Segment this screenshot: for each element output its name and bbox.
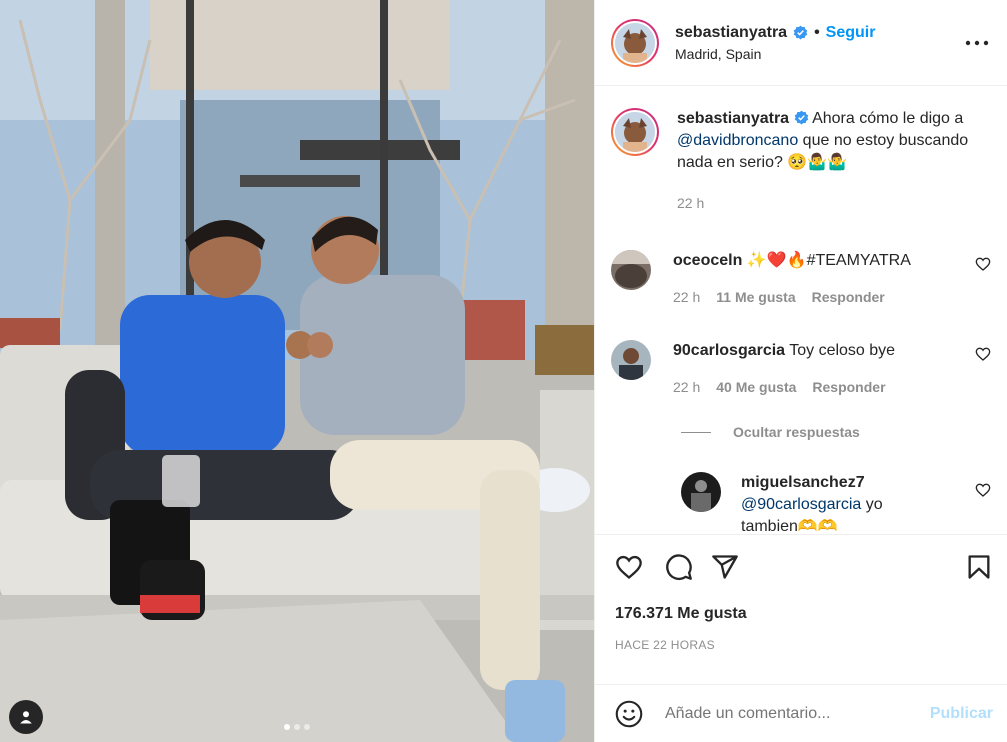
more-options-icon[interactable] (963, 29, 991, 57)
post-timestamp[interactable]: HACE 22 HORAS (615, 638, 715, 652)
comment-time[interactable]: 22 h (673, 376, 700, 398)
hide-replies-button[interactable]: Ocultar respuestas (681, 424, 860, 440)
likes-count[interactable]: 176.371 Me gusta (615, 605, 747, 623)
avatar-image (681, 472, 721, 512)
carousel-dot (294, 724, 300, 730)
caption-avatar[interactable] (611, 108, 659, 156)
comment-item: oceoceln ✨❤️🔥#TEAMYATRA 22 h 11 Me gusta… (611, 250, 991, 308)
follow-button[interactable]: Seguir (826, 24, 876, 42)
caption-time[interactable]: 22 h (677, 192, 704, 214)
user-icon (20, 711, 32, 724)
carousel-indicator (0, 724, 594, 730)
caption-text: Ahora cómo le digo a (812, 110, 964, 127)
comment-text: Toy celoso bye (789, 342, 896, 359)
comment-username[interactable]: 90carlosgarcia (673, 342, 785, 359)
caption-username[interactable]: sebastianyatra (677, 110, 789, 127)
comment-input[interactable] (665, 704, 930, 723)
verified-badge-icon (794, 110, 808, 125)
comment-bubble-icon[interactable] (665, 553, 693, 581)
reply-text: yo (865, 496, 883, 513)
emoji-smiley-icon[interactable] (615, 700, 643, 728)
avatar-image (615, 112, 655, 152)
caption-mention[interactable]: @davidbroncano (677, 132, 798, 149)
separator-dot: • (814, 23, 820, 41)
save-bookmark-icon[interactable] (965, 553, 993, 581)
post-photo[interactable] (0, 0, 594, 742)
reply-mention[interactable]: @90carlosgarcia (741, 496, 861, 513)
commenter-avatar[interactable] (611, 250, 651, 290)
commenter-avatar[interactable] (611, 340, 651, 380)
photo-scene (0, 0, 594, 742)
avatar-image (611, 250, 651, 290)
like-reply-heart-icon[interactable] (975, 482, 991, 498)
avatar-image (615, 22, 655, 63)
reply-username[interactable]: miguelsanchez7 (741, 474, 865, 491)
replier-avatar[interactable] (681, 472, 721, 512)
comment-likes[interactable]: 11 Me gusta (716, 286, 795, 308)
comment-item: 90carlosgarcia Toy celoso bye 22 h 40 Me… (611, 340, 991, 398)
comment-text: ✨❤️🔥#TEAMYATRA (746, 252, 911, 269)
like-comment-heart-icon[interactable] (975, 256, 991, 272)
publish-button[interactable]: Publicar (930, 705, 993, 723)
replies-divider (681, 431, 711, 433)
post-location[interactable]: Madrid, Spain (675, 46, 963, 62)
verified-badge-icon (793, 25, 808, 40)
caption: sebastianyatra Ahora cómo le digo a @dav… (611, 108, 991, 214)
post-header: sebastianyatra • Seguir Madrid, Spain (595, 0, 1007, 86)
reply-button[interactable]: Responder (812, 286, 885, 308)
post-actions: 176.371 Me gusta HACE 22 HORAS (595, 534, 1007, 684)
carousel-dot (304, 724, 310, 730)
post-panel: sebastianyatra • Seguir Madrid, Spain se… (594, 0, 1007, 742)
comment-likes[interactable]: 40 Me gusta (716, 376, 796, 398)
comment-username[interactable]: oceoceln (673, 252, 742, 269)
comment-time[interactable]: 22 h (673, 286, 700, 308)
reply-text-cont: tambien🫶🫶 (741, 518, 838, 534)
carousel-dot (284, 724, 290, 730)
reply-item: miguelsanchez7 @90carlosgarcia yo tambie… (681, 472, 991, 534)
add-comment-bar: Publicar (595, 684, 1007, 742)
reply-button[interactable]: Responder (812, 376, 885, 398)
comments-list[interactable]: sebastianyatra Ahora cómo le digo a @dav… (595, 86, 1007, 534)
hide-replies-label: Ocultar respuestas (733, 424, 860, 440)
avatar-image (611, 340, 651, 380)
post-dialog: sebastianyatra • Seguir Madrid, Spain se… (0, 0, 1007, 742)
like-comment-heart-icon[interactable] (975, 346, 991, 362)
author-username[interactable]: sebastianyatra (675, 24, 787, 42)
author-avatar[interactable] (611, 18, 659, 67)
like-heart-icon[interactable] (615, 553, 643, 581)
share-send-icon[interactable] (711, 553, 739, 581)
